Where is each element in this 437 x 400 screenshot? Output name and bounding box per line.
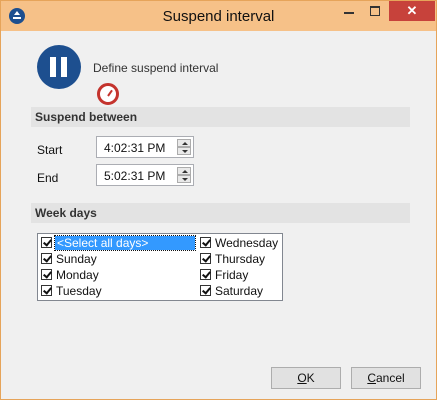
- checkbox-checked-icon[interactable]: [41, 253, 52, 264]
- start-time-spinner[interactable]: [177, 139, 191, 155]
- pause-bar-right: [61, 57, 67, 77]
- end-time-spinner[interactable]: [177, 167, 191, 183]
- week-days-checklist[interactable]: <Select all days> Sunday Monday Tuesday …: [37, 233, 283, 301]
- ok-label: K: [306, 371, 315, 385]
- weekday-label: Monday: [56, 268, 99, 282]
- clock-icon: [97, 83, 119, 105]
- checkbox-checked-icon[interactable]: [200, 285, 211, 296]
- end-time-up-icon[interactable]: [177, 167, 191, 175]
- weekday-label: Friday: [215, 268, 249, 282]
- checkbox-checked-icon[interactable]: [41, 237, 52, 248]
- header-description: Define suspend interval: [93, 61, 219, 75]
- maximize-button[interactable]: [363, 1, 387, 21]
- start-time-picker[interactable]: 4:02:31 PM: [96, 136, 194, 158]
- minimize-button[interactable]: [337, 1, 361, 21]
- weekday-label: Saturday: [215, 284, 264, 298]
- weekday-label: Thursday: [215, 252, 266, 266]
- week-days-header: Week days: [31, 203, 410, 223]
- checkbox-checked-icon[interactable]: [200, 237, 211, 248]
- weekday-label: Tuesday: [56, 284, 102, 298]
- cancel-label: ancel: [375, 371, 405, 385]
- start-time-down-icon[interactable]: [177, 147, 191, 155]
- end-time-down-icon[interactable]: [177, 175, 191, 183]
- cancel-button[interactable]: Cancel: [351, 367, 421, 389]
- end-time-picker[interactable]: 5:02:31 PM: [96, 164, 194, 186]
- weekday-label: <Select all days>: [54, 235, 196, 251]
- week-days-label: Week days: [35, 206, 97, 220]
- cancel-mnemonic: C: [367, 371, 376, 385]
- pause-clock-icon: [37, 45, 119, 105]
- start-time-value[interactable]: 4:02:31 PM: [104, 141, 165, 155]
- suspend-between-label: Suspend between: [35, 110, 138, 124]
- checkbox-checked-icon[interactable]: [200, 269, 211, 280]
- end-label: End: [37, 171, 59, 185]
- start-label: Start: [37, 143, 63, 157]
- suspend-between-header: Suspend between: [31, 107, 410, 127]
- ok-mnemonic: O: [297, 371, 307, 385]
- start-time-up-icon[interactable]: [177, 139, 191, 147]
- pause-bar-left: [50, 57, 56, 77]
- ok-button[interactable]: OK: [271, 367, 341, 389]
- weekday-label: Wednesday: [215, 236, 279, 250]
- checkbox-checked-icon[interactable]: [200, 253, 211, 264]
- checkbox-checked-icon[interactable]: [41, 285, 52, 296]
- checkbox-checked-icon[interactable]: [41, 269, 52, 280]
- dialog-body: Define suspend interval Suspend between …: [1, 31, 436, 399]
- close-icon: ✕: [406, 3, 418, 18]
- title-bar[interactable]: Suspend interval ✕: [1, 1, 436, 31]
- weekday-label: Sunday: [56, 252, 97, 266]
- suspend-interval-dialog: Suspend interval ✕ Define suspend interv…: [0, 0, 437, 400]
- end-time-value[interactable]: 5:02:31 PM: [104, 169, 165, 183]
- close-button[interactable]: ✕: [389, 1, 435, 21]
